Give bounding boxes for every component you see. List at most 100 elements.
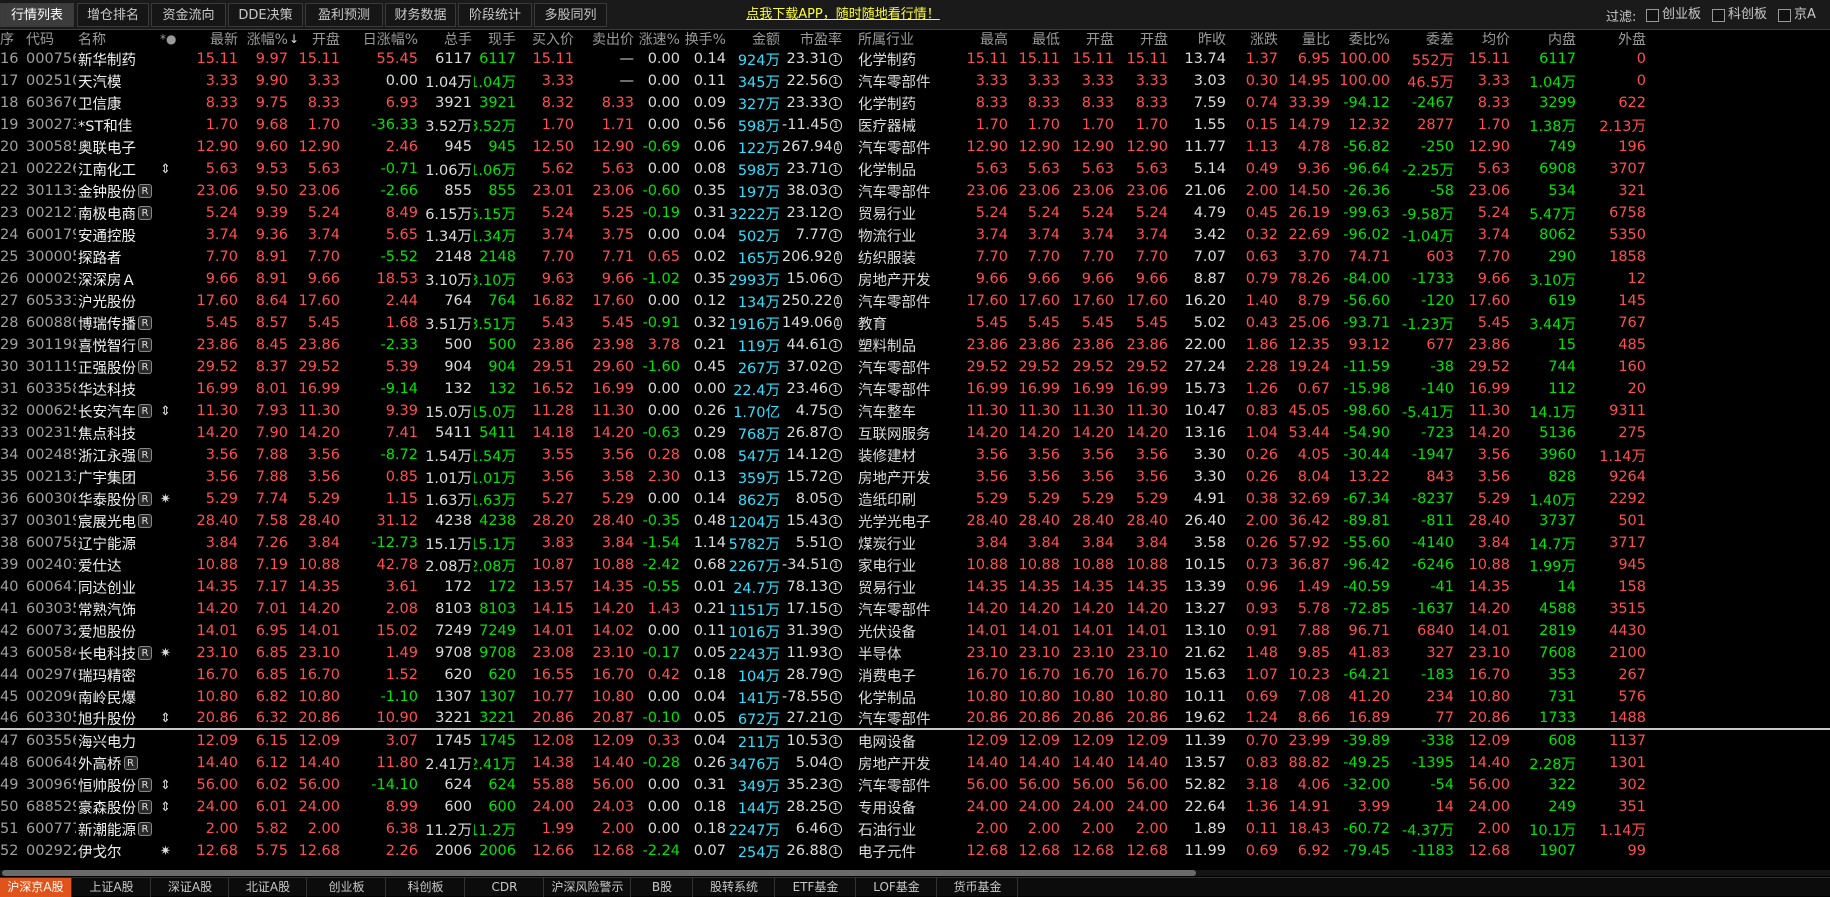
table-row[interactable]: 25 300005 探路者 7.70 8.91 7.70 -5.52 2148 2148 7.70… <box>0 246 1830 268</box>
info-circle-icon[interactable]: 1 <box>829 96 842 110</box>
header-5day-change-column[interactable]: 5日涨幅% <box>362 30 418 48</box>
header-name-column[interactable]: 名称 <box>78 30 168 48</box>
info-circle-icon[interactable]: 1 <box>829 228 842 242</box>
header-bid-price-column[interactable]: 买入价 <box>518 30 574 48</box>
info-circle-icon[interactable]: 1 <box>829 734 842 748</box>
table-row[interactable]: 48 600648外高桥R 14.40 6.12 14.40 11.80 2.41万2.41… <box>0 752 1830 774</box>
info-circle-icon[interactable]: 1 <box>829 580 842 594</box>
table-row[interactable]: 50 688529 豪森股份 R ⇕ 24.00 6.01 24.00 8.99 600 600 24… <box>0 796 1830 818</box>
table-row[interactable]: 33 002315 焦点科技 14.20 7.90 14.20 7.41 5411 5411 14… <box>0 422 1830 444</box>
info-circle-icon[interactable]: 1 <box>833 140 842 154</box>
table-row[interactable]: 51 600777新潮能源R 2.00 5.82 2.00 6.38 11.2万11.2万 1… <box>0 818 1830 840</box>
horizontal-scrollbar[interactable] <box>0 870 1830 876</box>
star-filter-icon[interactable]: *● <box>160 30 176 48</box>
info-circle-icon[interactable]: 1 <box>829 778 842 792</box>
info-circle-icon[interactable]: 1 <box>829 338 842 352</box>
table-row[interactable]: 17002510天汽模3.339.903.330.001.04万1.04万3.3… <box>0 70 1830 92</box>
header-total-volume-column[interactable]: 总手 <box>420 30 472 48</box>
info-circle-icon[interactable]: 1 <box>829 470 842 484</box>
market-tab[interactable]: 深证A股 <box>152 878 229 897</box>
market-tab[interactable]: LOF基金 <box>857 878 937 897</box>
top-tab[interactable]: 财务数据 <box>385 3 456 27</box>
header-seq-column[interactable]: 序 <box>0 30 24 48</box>
filter-bse-checkbox[interactable]: 京A <box>1778 6 1816 24</box>
header-change-pct-column[interactable]: 涨幅% <box>240 30 288 48</box>
table-row[interactable]: 39 002403爱仕达 10.88 7.19 10.88 42.78 2.08万2.08万… <box>0 554 1830 576</box>
table-row[interactable]: 30 301119 正强股份 R 29.52 8.37 29.52 5.39 904 904 29.… <box>0 356 1830 378</box>
table-row[interactable]: 21 002226江南化工 ⇕ 5.63 9.53 5.63 -0.71 1.06万1.06万… <box>0 158 1830 180</box>
top-tab[interactable]: 盈利预测 <box>305 3 383 27</box>
top-tab[interactable]: 资金流向 <box>151 3 226 27</box>
table-row[interactable]: 19 300273*ST和佳 1.70 9.68 1.70 -36.33 3.52万3.52… <box>0 114 1830 136</box>
header-avg-price-column[interactable]: 均价 <box>1456 30 1510 48</box>
header-open3-column[interactable]: 开盘 <box>1116 30 1168 48</box>
table-row[interactable]: 52 002922 伊戈尔 ✷ 12.68 5.75 12.68 2.26 2006 2006 12… <box>0 840 1830 862</box>
header-industry-column[interactable]: 所属行业 <box>858 30 956 48</box>
header-ask-price-column[interactable]: 卖出价 <box>576 30 634 48</box>
download-app-promo-link[interactable]: 点我下载APP，随时随地看行情！ <box>743 3 943 27</box>
market-tab[interactable]: 股转系统 <box>694 878 775 897</box>
header-prev-close-column[interactable]: 昨收 <box>1170 30 1226 48</box>
header-speed-column[interactable]: 涨速% <box>636 30 680 48</box>
info-circle-icon[interactable]: 1 <box>829 184 842 198</box>
filter-chinext-checkbox[interactable]: 创业板 <box>1646 6 1701 24</box>
info-circle-icon[interactable]: 1 <box>829 426 842 440</box>
info-circle-icon[interactable]: 1 <box>829 558 842 572</box>
info-circle-icon[interactable]: 1 <box>829 624 842 638</box>
market-tab[interactable]: 沪深风险警示 <box>545 878 631 897</box>
table-row[interactable]: 43 600584 长电科技 R ✷ 23.10 6.85 23.10 1.49 9708 9708… <box>0 642 1830 664</box>
header-code-column[interactable]: 代码 <box>26 30 76 48</box>
market-tab[interactable]: 创业板 <box>308 878 386 897</box>
info-circle-icon[interactable]: 1 <box>829 756 842 770</box>
info-circle-icon[interactable]: 1 <box>829 822 842 836</box>
table-row[interactable]: 31 603358 华达科技 16.99 8.01 16.99 -9.14 132 132 16.… <box>0 378 1830 400</box>
info-circle-icon[interactable]: 1 <box>829 514 842 528</box>
info-circle-icon[interactable]: 1 <box>829 492 842 506</box>
info-circle-icon[interactable]: 1 <box>829 646 842 660</box>
info-circle-icon[interactable]: 1 <box>829 800 842 814</box>
table-row[interactable]: 23 002127南极电商R 5.24 9.39 5.24 8.49 6.15万6.15万 5… <box>0 202 1830 224</box>
table-row[interactable]: 28 600880博瑞传播R 5.45 8.57 5.45 1.68 3.51万3.51万 5… <box>0 312 1830 334</box>
info-circle-icon[interactable]: 1 <box>829 844 842 858</box>
market-tab[interactable]: B股 <box>632 878 693 897</box>
top-tab[interactable]: 阶段统计 <box>458 3 532 27</box>
market-tab[interactable]: ETF基金 <box>776 878 856 897</box>
info-circle-icon[interactable]: 1 <box>829 448 842 462</box>
table-row[interactable]: 26000029深深房Ａ9.668.919.6618.533.10万3.10万9… <box>0 268 1830 290</box>
info-circle-icon[interactable]: 1 <box>833 294 842 308</box>
header-outer-column[interactable]: 外盘 <box>1578 30 1646 48</box>
table-row[interactable]: 24 600179安通控股 3.74 9.36 3.74 5.65 1.34万1.34万 3.… <box>0 224 1830 246</box>
table-row[interactable]: 38 600758辽宁能源 3.84 7.26 3.84 -12.73 15.1万15.1万… <box>0 532 1830 554</box>
header-amount-column[interactable]: 金额 <box>728 30 780 48</box>
market-tab[interactable]: 上证A股 <box>73 878 151 897</box>
info-circle-icon[interactable]: 1 <box>829 52 842 66</box>
info-circle-icon[interactable]: 1 <box>829 206 842 220</box>
table-row[interactable]: 45 002096 南岭民爆 10.80 6.82 10.80 -1.10 1307 1307 1… <box>0 686 1830 708</box>
table-row[interactable]: 47 603556 海兴电力 12.09 6.15 12.09 3.07 1745 1745 12… <box>0 730 1830 752</box>
table-row[interactable]: 35 002133广宇集团 3.56 7.88 3.56 0.85 1.01万1.01万 3.… <box>0 466 1830 488</box>
top-tab[interactable]: 增仓排名 <box>77 3 149 27</box>
info-circle-icon[interactable]: 1 <box>829 690 842 704</box>
info-circle-icon[interactable]: 1 <box>829 382 842 396</box>
header-commission-ratio-column[interactable]: 委比% <box>1332 30 1390 48</box>
info-circle-icon[interactable]: 1 <box>829 272 842 286</box>
table-row[interactable]: 34 002489浙江永强R 3.56 7.88 3.56 -8.72 1.54万1.54万… <box>0 444 1830 466</box>
table-row[interactable]: 22 301133 金钟股份 R 23.06 9.50 23.06 -2.66 855 855 23… <box>0 180 1830 202</box>
info-circle-icon[interactable]: 1 <box>829 536 842 550</box>
info-circle-icon[interactable]: 1 <box>829 404 842 418</box>
market-tab[interactable]: 货币基金 <box>938 878 1018 897</box>
table-row[interactable]: 20 300585 奥联电子 12.90 9.60 12.90 2.46 945 945 12.5… <box>0 136 1830 158</box>
info-circle-icon[interactable]: 1 <box>829 74 842 88</box>
top-tab[interactable]: 行情列表 <box>0 3 74 27</box>
header-open2-column[interactable]: 开盘 <box>1062 30 1114 48</box>
filter-star-market-checkbox[interactable]: 科创板 <box>1712 6 1767 24</box>
header-low-column[interactable]: 最低 <box>1010 30 1060 48</box>
info-circle-icon[interactable]: 1 <box>829 668 842 682</box>
table-row[interactable]: 29 301198 喜悦智行 R 23.86 8.45 23.86 -2.33 500 500 23… <box>0 334 1830 356</box>
market-tab[interactable]: 沪深京A股 <box>0 878 72 897</box>
table-row[interactable]: 37 003019 宸展光电 R 28.40 7.58 28.40 31.12 4238 4238… <box>0 510 1830 532</box>
table-row[interactable]: 41 603035 常熟汽饰 14.20 7.01 14.20 2.08 8103 8103 14… <box>0 598 1830 620</box>
info-circle-icon[interactable]: 1 <box>833 316 842 330</box>
header-volume-ratio-column[interactable]: 量比 <box>1280 30 1330 48</box>
table-row[interactable]: 42 600732 爱旭股份 14.01 6.95 14.01 15.02 7249 7249 1… <box>0 620 1830 642</box>
